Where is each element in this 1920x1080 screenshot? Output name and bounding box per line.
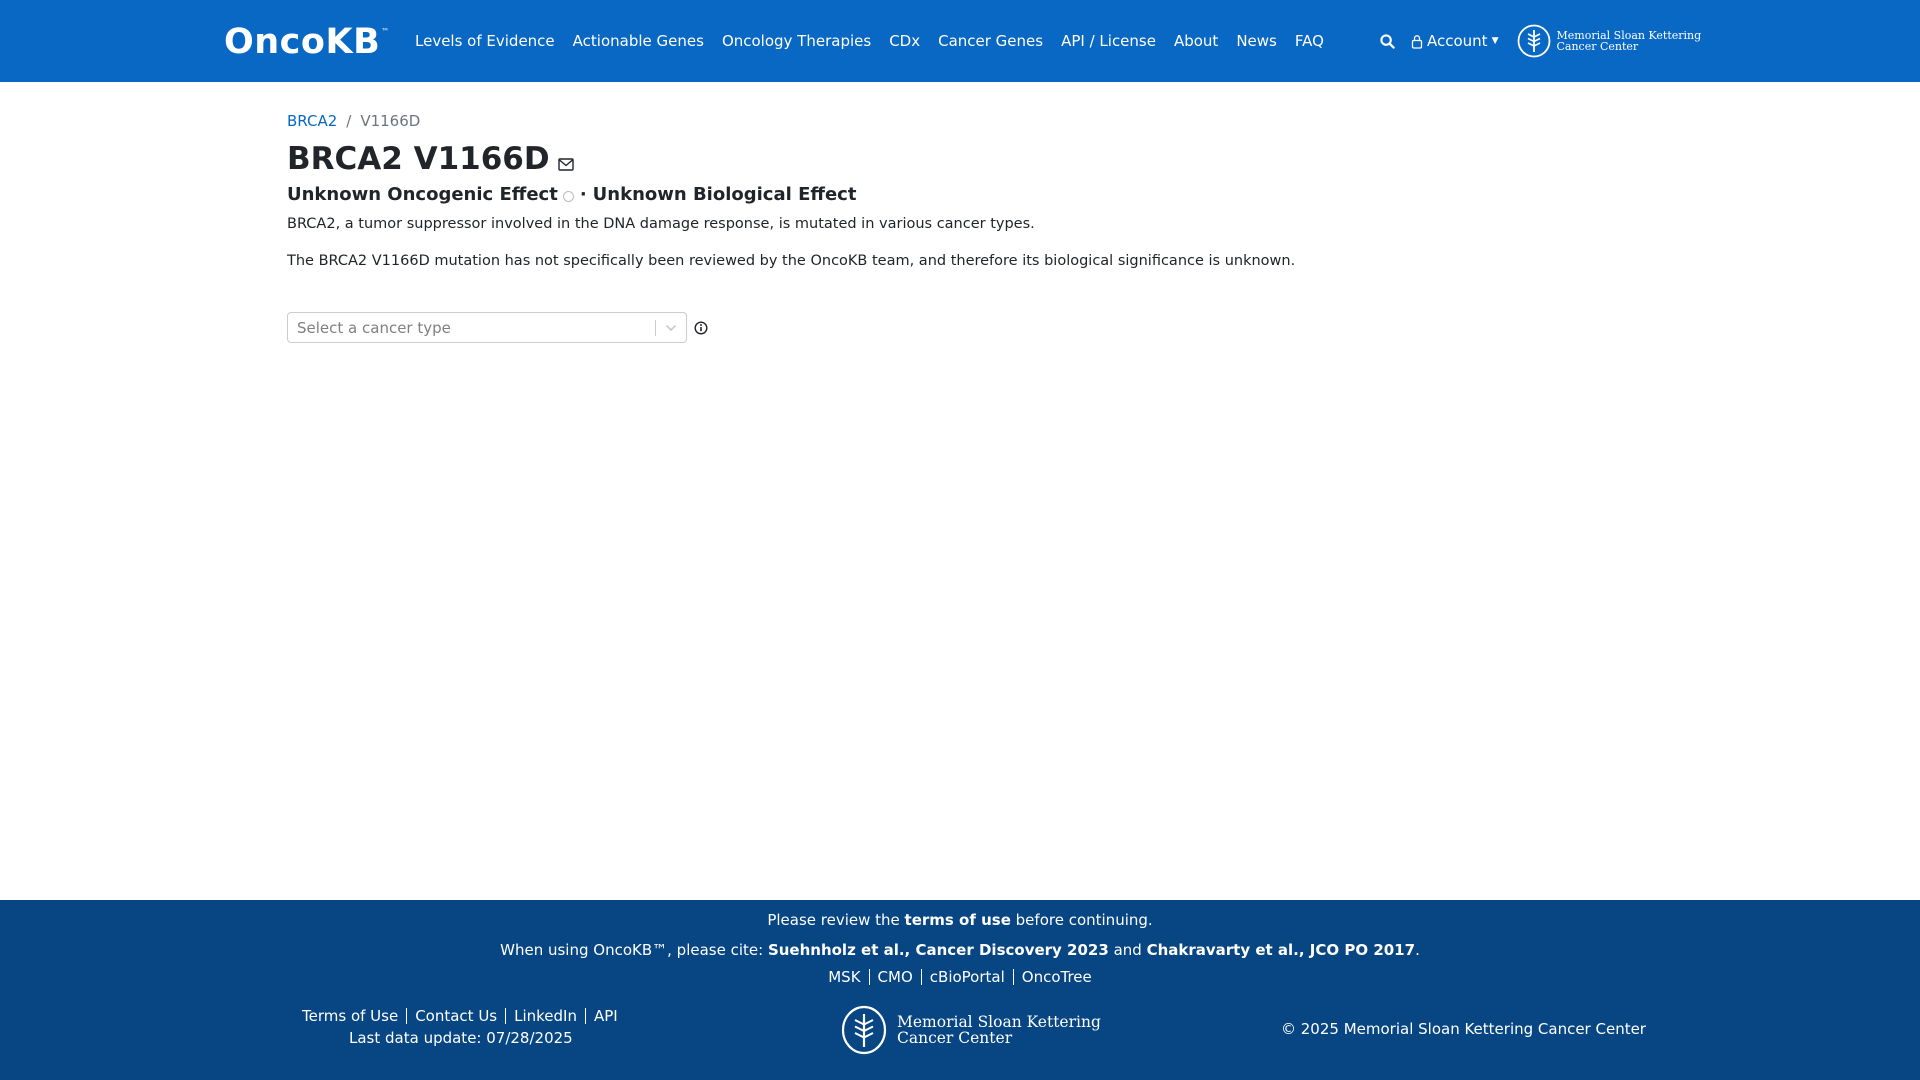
terms-of-use-link[interactable]: terms of use bbox=[905, 911, 1011, 929]
msk-logo-icon bbox=[1517, 24, 1551, 58]
link-contact-us[interactable]: Contact Us bbox=[415, 1007, 497, 1025]
nav-actionable-genes[interactable]: Actionable Genes bbox=[573, 32, 704, 50]
notice-post: before continuing. bbox=[1010, 911, 1153, 929]
citation-notice: When using OncoKB™, please cite: Suehnho… bbox=[0, 941, 1920, 959]
main-nav: Levels of Evidence Actionable Genes Onco… bbox=[415, 0, 1342, 82]
cancer-type-select[interactable]: Select a cancer type bbox=[287, 312, 687, 343]
cite-pre: When using OncoKB™, please cite: bbox=[500, 941, 768, 959]
select-indicators bbox=[655, 313, 686, 342]
mutation-summary: The BRCA2 V1166D mutation has not specif… bbox=[287, 253, 1296, 269]
link-api[interactable]: API bbox=[594, 1007, 618, 1025]
link-cmo[interactable]: CMO bbox=[878, 968, 913, 986]
mail-icon[interactable] bbox=[557, 156, 574, 175]
nav-right: Account ▼ Memorial Sloan Kettering Cance… bbox=[1380, 0, 1701, 82]
page-title-row: BRCA2 V1166D bbox=[287, 138, 574, 180]
link-cbioportal[interactable]: cBioPortal bbox=[930, 968, 1005, 986]
footer-msk-text: Memorial Sloan Kettering Cancer Center bbox=[897, 1014, 1101, 1046]
chevron-down-icon[interactable] bbox=[656, 324, 686, 332]
link-divider bbox=[406, 1008, 408, 1024]
citation-2-text: Chakravarty et al., JCO PO 2017 bbox=[1146, 941, 1416, 959]
cancer-type-placeholder: Select a cancer type bbox=[297, 318, 451, 337]
msk-nav-line2: Cancer Center bbox=[1556, 40, 1639, 53]
citation-link-1[interactable]: Suehnholz et al., Cancer Discovery 2023 bbox=[768, 941, 1109, 959]
link-divider bbox=[505, 1008, 507, 1024]
nav-about[interactable]: About bbox=[1174, 32, 1218, 50]
account-label: Account bbox=[1427, 32, 1488, 50]
notice-pre: Please review the bbox=[767, 911, 905, 929]
link-oncotree[interactable]: OncoTree bbox=[1022, 968, 1092, 986]
nav-oncology-therapies[interactable]: Oncology Therapies bbox=[722, 32, 871, 50]
cite-and: and bbox=[1108, 941, 1147, 959]
account-dropdown[interactable]: Account ▼ bbox=[1411, 32, 1499, 50]
citation-link-2[interactable]: Chakravarty et al., JCO PO 2017 bbox=[1147, 941, 1416, 959]
breadcrumb-current: V1166D bbox=[360, 112, 421, 130]
effect-summary: Unknown Oncogenic Effect · Unknown Biolo… bbox=[287, 184, 856, 205]
link-terms-of-use[interactable]: Terms of Use bbox=[302, 1007, 398, 1025]
breadcrumb: BRCA2 / V1166D bbox=[287, 112, 420, 130]
nav-cdx[interactable]: CDx bbox=[889, 32, 920, 50]
link-divider bbox=[585, 1008, 586, 1024]
msk-logo-icon bbox=[841, 1005, 887, 1055]
footer-msk-logo[interactable]: Memorial Sloan Kettering Cancer Center bbox=[841, 1005, 1101, 1055]
oncokb-logo[interactable]: OncoKB ™ bbox=[224, 22, 390, 62]
separator-dot: · bbox=[579, 184, 587, 205]
logo-trademark: ™ bbox=[381, 27, 390, 36]
link-divider bbox=[1012, 969, 1014, 985]
cite-end: . bbox=[1415, 941, 1420, 959]
nav-faq[interactable]: FAQ bbox=[1295, 32, 1324, 50]
nav-news[interactable]: News bbox=[1236, 32, 1277, 50]
terms-of-use-text: terms of use bbox=[904, 911, 1011, 929]
link-msk[interactable]: MSK bbox=[828, 968, 860, 986]
oncogenicity-circle-icon bbox=[562, 191, 574, 202]
last-data-update: Last data update: 07/28/2025 bbox=[349, 1029, 573, 1047]
logo-text: OncoKB bbox=[224, 22, 381, 62]
nav-cancer-genes[interactable]: Cancer Genes bbox=[938, 32, 1043, 50]
search-icon[interactable] bbox=[1380, 33, 1395, 49]
gene-summary: BRCA2, a tumor suppressor involved in th… bbox=[287, 216, 1035, 232]
link-linkedin[interactable]: LinkedIn bbox=[514, 1007, 577, 1025]
citation-1-text: Suehnholz et al., Cancer Discovery 2023 bbox=[767, 941, 1109, 959]
page-title: BRCA2 V1166D bbox=[287, 141, 550, 177]
footer-left: Terms of Use Contact Us LinkedIn API Last d… bbox=[302, 1007, 618, 1047]
cancer-type-select-row: Select a cancer type bbox=[287, 312, 708, 343]
nav-levels-of-evidence[interactable]: Levels of Evidence bbox=[415, 32, 555, 50]
biological-effect: Unknown Biological Effect bbox=[592, 184, 857, 205]
msk-nav-text: Memorial Sloan Kettering Cancer Center bbox=[1557, 30, 1702, 52]
msk-nav-logo[interactable]: Memorial Sloan Kettering Cancer Center bbox=[1517, 24, 1702, 58]
info-icon[interactable] bbox=[694, 320, 708, 335]
caret-down-icon: ▼ bbox=[1491, 36, 1499, 46]
terms-notice: Please review the terms of use before co… bbox=[0, 911, 1920, 929]
footer-bottom-links: Terms of Use Contact Us LinkedIn API bbox=[302, 1007, 618, 1025]
nav-api-license[interactable]: API / License bbox=[1061, 32, 1156, 50]
footer-msk-line2: Cancer Center bbox=[897, 1029, 1013, 1047]
breadcrumb-separator: / bbox=[346, 112, 352, 130]
oncogenic-effect: Unknown Oncogenic Effect bbox=[287, 184, 558, 205]
partner-links: MSK CMO cBioPortal OncoTree bbox=[0, 968, 1920, 986]
user-icon bbox=[1411, 34, 1423, 49]
copyright: © 2025 Memorial Sloan Kettering Cancer C… bbox=[1281, 1020, 1646, 1038]
breadcrumb-gene-link[interactable]: BRCA2 bbox=[287, 112, 337, 130]
link-divider bbox=[868, 969, 870, 985]
link-divider bbox=[920, 969, 922, 985]
footer: Please review the terms of use before co… bbox=[0, 900, 1920, 1080]
footer-msk-line1: Memorial Sloan Kettering bbox=[897, 1013, 1101, 1031]
top-navbar: OncoKB ™ Levels of Evidence Actionable G… bbox=[0, 0, 1920, 82]
